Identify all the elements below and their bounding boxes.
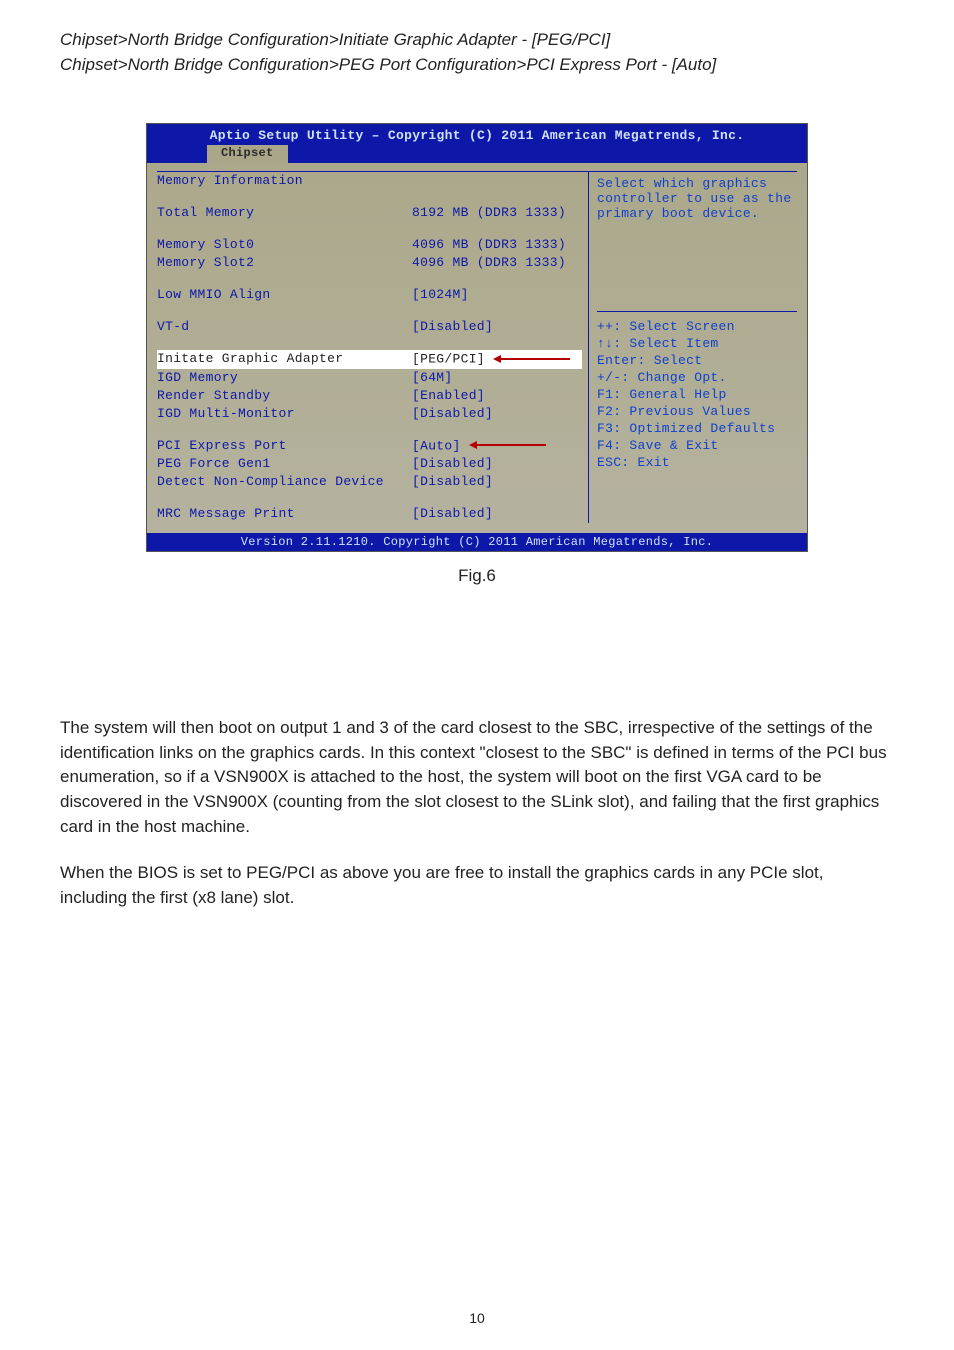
body-paragraph-2: When the BIOS is set to PEG/PCI as above… xyxy=(60,861,894,910)
bios-setting-row: Detect Non-Compliance Device[Disabled] xyxy=(157,473,582,491)
bios-help-text: Select which graphics controller to use … xyxy=(597,172,797,221)
bios-row-gap xyxy=(157,222,582,236)
body-paragraph-1: The system will then boot on output 1 an… xyxy=(60,716,894,839)
bios-key-line: F4: Save & Exit xyxy=(597,437,797,454)
bios-setting-label: Render Standby xyxy=(157,387,412,405)
bios-settings-pane: Memory Information Total Memory8192 MB (D… xyxy=(157,171,588,523)
bios-screenshot: Aptio Setup Utility – Copyright (C) 2011… xyxy=(146,123,808,552)
bios-setting-label: VT-d xyxy=(157,318,412,336)
bios-setting-row: PCI Express Port[Auto] xyxy=(157,437,582,455)
bios-setting-row: Memory Information xyxy=(157,172,582,190)
bios-setting-row: Initate Graphic Adapter[PEG/PCI] xyxy=(157,350,582,368)
bios-setting-value: [Auto] xyxy=(412,437,582,455)
bios-help-pane: Select which graphics controller to use … xyxy=(588,171,797,523)
bios-setting-value: [64M] xyxy=(412,369,582,387)
bios-setting-label: Memory Slot2 xyxy=(157,254,412,272)
bios-setting-label: PEG Force Gen1 xyxy=(157,455,412,473)
bios-setting-value: [Disabled] xyxy=(412,505,582,523)
callout-arrow-icon xyxy=(469,437,546,455)
bios-setting-row: Low MMIO Align[1024M] xyxy=(157,286,582,304)
bios-setting-label: PCI Express Port xyxy=(157,437,412,455)
bios-setting-row: PEG Force Gen1[Disabled] xyxy=(157,455,582,473)
bios-setting-row: VT-d[Disabled] xyxy=(157,318,582,336)
bios-row-gap xyxy=(157,491,582,505)
bios-setting-value: [Disabled] xyxy=(412,455,582,473)
bios-setting-label: Memory Slot0 xyxy=(157,236,412,254)
bios-setting-value: 4096 MB (DDR3 1333) xyxy=(412,254,582,272)
bios-key-line: ++: Select Screen xyxy=(597,318,797,335)
callout-arrow-icon xyxy=(493,350,570,368)
bios-setting-value: 4096 MB (DDR3 1333) xyxy=(412,236,582,254)
document-page: Chipset>North Bridge Configuration>Initi… xyxy=(0,0,954,1350)
bios-header: Aptio Setup Utility – Copyright (C) 2011… xyxy=(147,124,807,145)
bios-setting-value: [Disabled] xyxy=(412,318,582,336)
bios-setting-value: 8192 MB (DDR3 1333) xyxy=(412,204,582,222)
bios-setting-row: Memory Slot24096 MB (DDR3 1333) xyxy=(157,254,582,272)
bios-key-line: F3: Optimized Defaults xyxy=(597,420,797,437)
bios-setting-value: [Enabled] xyxy=(412,387,582,405)
bios-row-gap xyxy=(157,272,582,286)
bios-setting-label: Total Memory xyxy=(157,204,412,222)
bios-setting-label: Initate Graphic Adapter xyxy=(157,350,412,368)
bios-setting-row: Memory Slot04096 MB (DDR3 1333) xyxy=(157,236,582,254)
bios-key-line: ↑↓: Select Item xyxy=(597,335,797,352)
bios-body: Memory Information Total Memory8192 MB (D… xyxy=(147,163,807,533)
bios-setting-value: [PEG/PCI] xyxy=(412,350,582,368)
bios-key-line: +/-: Change Opt. xyxy=(597,369,797,386)
bios-help-separator xyxy=(597,311,797,312)
breadcrumb-line-1: Chipset>North Bridge Configuration>Initi… xyxy=(60,30,610,49)
bios-tab-chipset: Chipset xyxy=(207,145,288,163)
bios-row-gap xyxy=(157,190,582,204)
bios-key-line: F2: Previous Values xyxy=(597,403,797,420)
bios-setting-label: IGD Multi-Monitor xyxy=(157,405,412,423)
bios-setting-row: IGD Multi-Monitor[Disabled] xyxy=(157,405,582,423)
bios-row-gap xyxy=(157,423,582,437)
bios-key-line: ESC: Exit xyxy=(597,454,797,471)
bios-setting-row: Total Memory8192 MB (DDR3 1333) xyxy=(157,204,582,222)
bios-setting-row: IGD Memory[64M] xyxy=(157,369,582,387)
bios-setting-value xyxy=(412,172,582,190)
bios-setting-label: IGD Memory xyxy=(157,369,412,387)
bios-setting-value: [Disabled] xyxy=(412,405,582,423)
page-number: 10 xyxy=(0,1310,954,1326)
bios-key-line: Enter: Select xyxy=(597,352,797,369)
bios-setting-row: MRC Message Print[Disabled] xyxy=(157,505,582,523)
figure-caption: Fig.6 xyxy=(60,566,894,586)
breadcrumb-line-2: Chipset>North Bridge Configuration>PEG P… xyxy=(60,55,716,74)
bios-setting-label: Memory Information xyxy=(157,172,412,190)
bios-setting-label: Detect Non-Compliance Device xyxy=(157,473,412,491)
bios-key-legend: ++: Select Screen↑↓: Select ItemEnter: S… xyxy=(597,318,797,471)
breadcrumb: Chipset>North Bridge Configuration>Initi… xyxy=(60,28,894,77)
bios-key-line: F1: General Help xyxy=(597,386,797,403)
bios-row-gap xyxy=(157,336,582,350)
bios-tab-row: Chipset xyxy=(147,145,807,163)
bios-footer: Version 2.11.1210. Copyright (C) 2011 Am… xyxy=(147,533,807,551)
bios-setting-row: Render Standby[Enabled] xyxy=(157,387,582,405)
bios-setting-value: [1024M] xyxy=(412,286,582,304)
bios-setting-label: MRC Message Print xyxy=(157,505,412,523)
bios-setting-value: [Disabled] xyxy=(412,473,582,491)
bios-row-gap xyxy=(157,304,582,318)
bios-setting-label: Low MMIO Align xyxy=(157,286,412,304)
